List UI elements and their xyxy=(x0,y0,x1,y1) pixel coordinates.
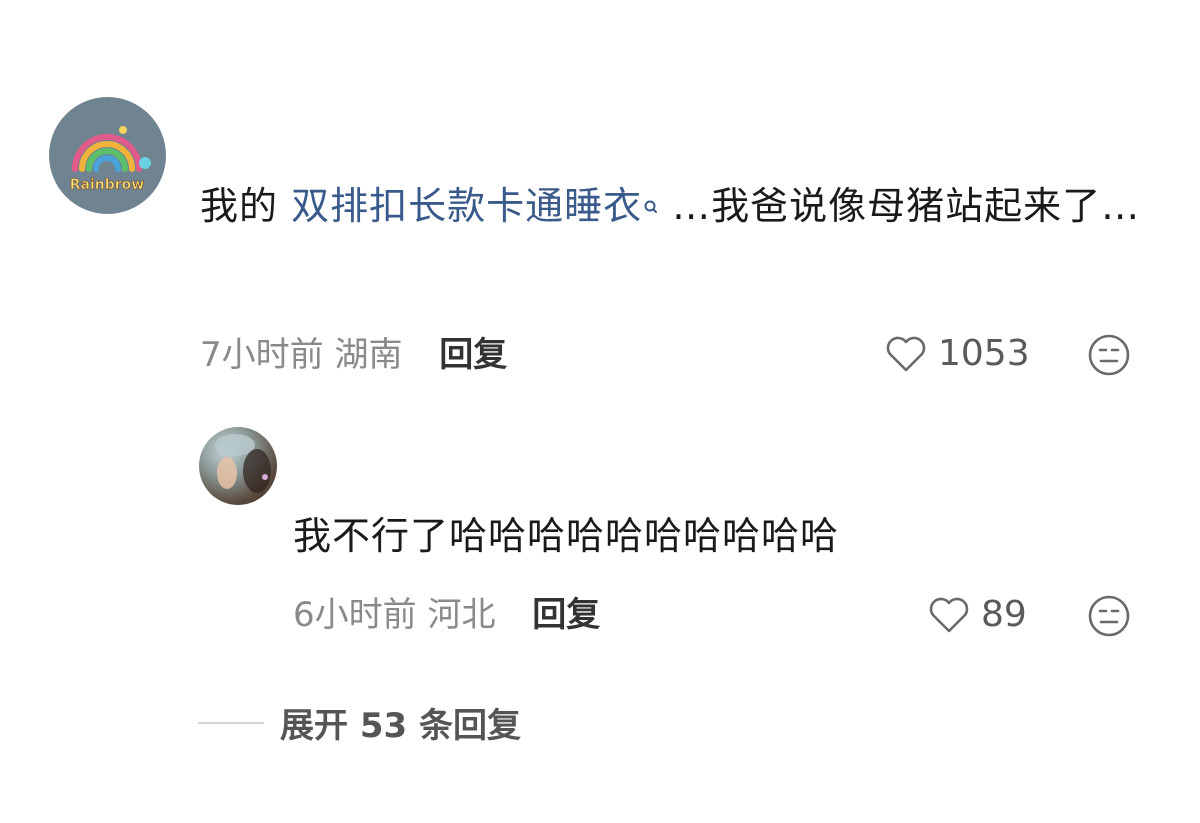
rainbow-logo-icon: Rainbrow xyxy=(69,126,151,193)
comment-meta: 7小时前 湖南 回复 xyxy=(200,335,507,375)
reply-text: 我不行了哈哈哈哈哈哈哈哈哈哈 xyxy=(293,514,840,558)
reply-button[interactable]: 回复 xyxy=(532,595,600,635)
reply-avatar[interactable] xyxy=(199,427,277,505)
like-count: 89 xyxy=(981,594,1027,635)
avatar[interactable]: Rainbrow xyxy=(49,97,166,214)
search-icon[interactable] xyxy=(642,172,664,240)
comment-text: 我的 双排扣长款卡通睡衣 …我爸说像母猪站起来了… xyxy=(200,172,1160,240)
product-link[interactable]: 双排扣长款卡通睡衣 xyxy=(291,184,642,228)
reply-location: 河北 xyxy=(427,595,496,635)
emoji-reaction-button[interactable] xyxy=(1087,594,1131,638)
comment-location: 湖南 xyxy=(334,335,403,375)
heart-outline-icon xyxy=(886,336,926,371)
svg-text:Rainbrow: Rainbrow xyxy=(70,177,145,193)
comment-text-suffix: …我爸说像母猪站起来了… xyxy=(672,184,1141,228)
divider-line xyxy=(198,721,264,724)
comment-text-prefix: 我的 xyxy=(200,184,292,228)
like-count: 1053 xyxy=(938,333,1030,374)
neutral-face-icon xyxy=(1088,334,1130,376)
expand-replies-label: 展开 53 条回复 xyxy=(280,706,521,746)
heart-outline-icon xyxy=(929,597,969,632)
reply-time: 6小时前 xyxy=(293,595,417,635)
like-button[interactable]: 89 xyxy=(927,594,1027,635)
like-button[interactable]: 1053 xyxy=(884,333,1030,374)
reply-meta: 6小时前 河北 回复 xyxy=(293,595,600,635)
reply-button[interactable]: 回复 xyxy=(439,335,507,375)
comment-time: 7小时前 xyxy=(200,335,324,375)
expand-replies-button[interactable]: 展开 53 条回复 xyxy=(198,698,521,747)
user-photo-icon xyxy=(215,434,271,493)
emoji-reaction-button[interactable] xyxy=(1087,333,1131,377)
neutral-face-icon xyxy=(1088,595,1130,637)
